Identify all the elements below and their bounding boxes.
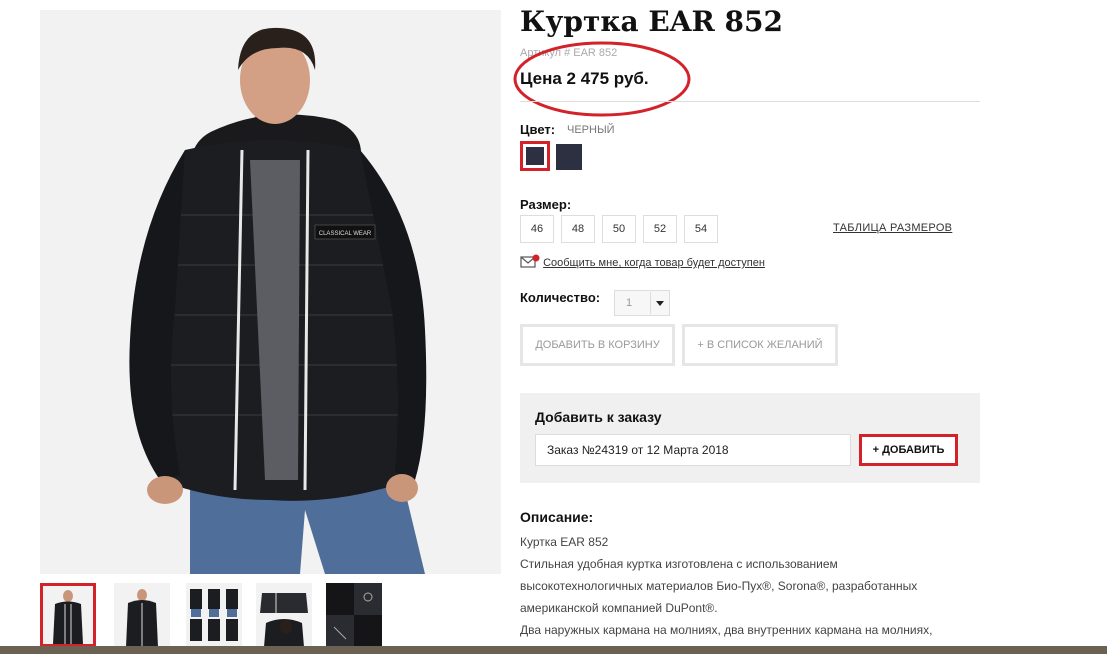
color-label: Цвет: bbox=[520, 122, 556, 137]
description-line: высокотехнологичных материалов Био-Пух®,… bbox=[520, 579, 918, 593]
size-table-link[interactable]: ТАБЛИЦА РАЗМЕРОВ bbox=[833, 222, 952, 234]
size-option[interactable]: 52 bbox=[643, 215, 677, 243]
thumbnail-3[interactable] bbox=[186, 583, 242, 647]
quantity-value: 1 bbox=[626, 297, 633, 309]
description-line: Куртка EAR 852 bbox=[520, 535, 609, 549]
quantity-label: Количество: bbox=[520, 290, 601, 305]
description-title: Описание: bbox=[520, 509, 594, 525]
size-option[interactable]: 50 bbox=[602, 215, 636, 243]
size-option[interactable]: 54 bbox=[684, 215, 718, 243]
add-to-wishlist-button[interactable]: + В СПИСОК ЖЕЛАНИЙ bbox=[682, 324, 838, 366]
thumbnail-image bbox=[126, 589, 158, 647]
add-to-order-button[interactable]: + ДОБАВИТЬ bbox=[859, 434, 958, 466]
thumbnail-image bbox=[53, 590, 83, 644]
description-line: американской компанией DuPont®. bbox=[520, 601, 718, 615]
product-title: Куртка EAR 852 bbox=[520, 5, 783, 38]
size-option[interactable]: 46 bbox=[520, 215, 554, 243]
description-line: Два наружных кармана на молниях, два вну… bbox=[520, 623, 933, 637]
add-to-order-title: Добавить к заказу bbox=[535, 409, 662, 425]
color-swatch-black-selected[interactable] bbox=[520, 141, 550, 171]
chest-patch-label: CLASSICAL WEAR bbox=[319, 231, 372, 237]
notify-availability[interactable]: Сообщить мне, когда товар будет доступен bbox=[520, 254, 765, 269]
color-swatch-black[interactable] bbox=[556, 144, 582, 170]
thumbnail-4[interactable] bbox=[256, 583, 312, 647]
chevron-down-icon[interactable] bbox=[650, 292, 669, 314]
jacket-model-photo: CLASSICAL WEAR bbox=[129, 27, 427, 574]
product-main-image[interactable]: CLASSICAL WEAR bbox=[40, 10, 501, 574]
notify-link[interactable]: Сообщить мне, когда товар будет доступен bbox=[543, 257, 765, 269]
description-line: Стильная удобная куртка изготовлена с ис… bbox=[520, 557, 838, 571]
thumbnail-image bbox=[326, 583, 382, 647]
os-taskbar bbox=[0, 646, 1107, 654]
color-value: ЧЕРНЫЙ bbox=[567, 124, 615, 136]
divider bbox=[520, 101, 980, 102]
envelope-icon bbox=[520, 254, 540, 268]
thumbnail-5[interactable] bbox=[326, 583, 382, 647]
size-label: Размер: bbox=[520, 197, 572, 212]
order-select[interactable]: Заказ №24319 от 12 Марта 2018 bbox=[535, 434, 851, 466]
price-highlight-circle bbox=[513, 41, 691, 117]
thumbnail-1[interactable] bbox=[40, 583, 96, 647]
thumbnail-image bbox=[190, 589, 238, 641]
size-option[interactable]: 48 bbox=[561, 215, 595, 243]
add-to-cart-button[interactable]: ДОБАВИТЬ В КОРЗИНУ bbox=[520, 324, 675, 366]
thumbnail-image bbox=[260, 593, 308, 647]
thumbnail-2[interactable] bbox=[114, 583, 170, 647]
